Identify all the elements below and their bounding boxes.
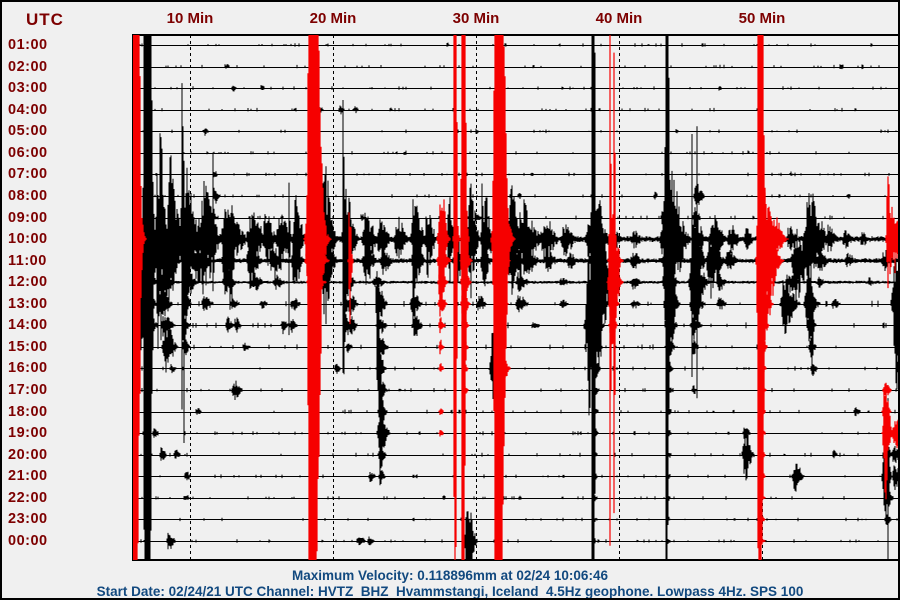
hour-label-12:00: 12:00	[8, 274, 48, 290]
hour-label-20:00: 20:00	[8, 447, 48, 463]
minute-label-10: 10 Min	[167, 10, 214, 27]
hour-label-18:00: 18:00	[8, 404, 48, 420]
hour-label-03:00: 03:00	[8, 80, 48, 96]
hour-label-16:00: 16:00	[8, 360, 48, 376]
hour-label-11:00: 11:00	[8, 253, 47, 269]
hour-label-10:00: 10:00	[8, 231, 48, 247]
minute-label-20: 20 Min	[310, 10, 357, 27]
minute-label-40: 40 Min	[596, 10, 643, 27]
hour-label-02:00: 02:00	[8, 59, 48, 75]
hour-label-14:00: 14:00	[8, 317, 48, 333]
hour-label-05:00: 05:00	[8, 123, 48, 139]
seismogram-plot	[2, 2, 900, 600]
hour-label-07:00: 07:00	[8, 166, 48, 182]
hour-label-22:00: 22:00	[8, 490, 48, 506]
hour-label-09:00: 09:00	[8, 210, 48, 226]
hour-label-19:00: 19:00	[8, 425, 48, 441]
hour-label-17:00: 17:00	[8, 382, 48, 398]
hour-label-04:00: 04:00	[8, 102, 48, 118]
hour-label-15:00: 15:00	[8, 339, 48, 355]
hour-label-21:00: 21:00	[8, 468, 48, 484]
hour-label-00:00: 00:00	[8, 533, 48, 549]
max-velocity-text: Maximum Velocity: 0.118896mm at 02/24 10…	[2, 568, 898, 583]
hour-label-13:00: 13:00	[8, 296, 48, 312]
hour-label-01:00: 01:00	[8, 37, 48, 53]
hour-label-08:00: 08:00	[8, 188, 48, 204]
station-info-text: Start Date: 02/24/21 UTC Channel: HVTZ B…	[2, 584, 898, 599]
helicorder-display: UTC 10 Min 20 Min 30 Min 40 Min 50 Min 01:00…	[0, 0, 900, 600]
hour-label-06:00: 06:00	[8, 145, 48, 161]
minute-label-30: 30 Min	[453, 10, 500, 27]
minute-label-50: 50 Min	[739, 10, 786, 27]
utc-axis-label: UTC	[26, 10, 64, 30]
hour-label-23:00: 23:00	[8, 511, 48, 527]
